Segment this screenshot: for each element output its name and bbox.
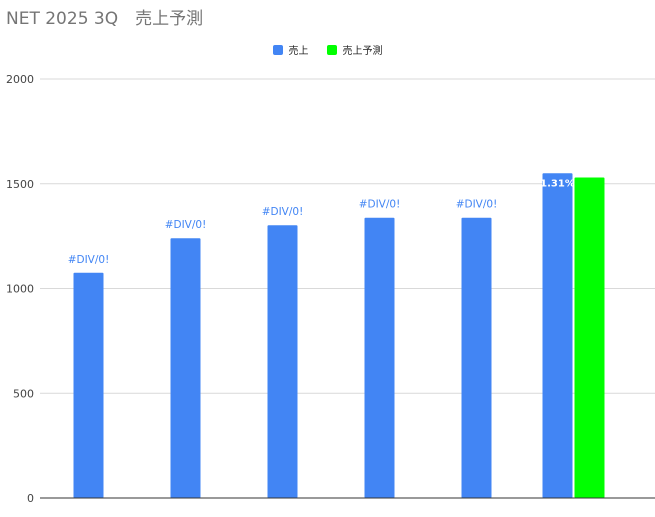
y-tick-label-2: 1000 <box>6 283 34 296</box>
bar-s0-c2 <box>267 225 298 498</box>
y-tick-label-4: 2000 <box>6 73 34 86</box>
data-label-s0-c1: #DIV/0! <box>165 219 207 231</box>
bar-s0-c1 <box>170 238 201 498</box>
bar-s0-c0 <box>73 272 104 498</box>
data-label-s0-c4: #DIV/0! <box>456 199 498 211</box>
data-label-s0-c2: #DIV/0! <box>262 206 304 218</box>
bar-s0-c5 <box>542 173 573 498</box>
bar-s0-c4 <box>461 217 492 498</box>
data-label-s0-c0: #DIV/0! <box>68 254 110 266</box>
y-tick-label-3: 1500 <box>6 178 34 191</box>
bar-s1-c5 <box>574 177 605 498</box>
y-tick-label-1: 500 <box>13 387 34 400</box>
data-label-s0-c3: #DIV/0! <box>359 199 401 211</box>
y-tick-label-0: 0 <box>27 492 34 505</box>
bar-s0-c3 <box>364 217 395 498</box>
bar-chart: 0 500 1000 1500 2000 #DIV/0! #DIV/0! #DIV/0! #DI… <box>6 73 655 505</box>
data-label-s0-c5: 1.31% <box>540 178 575 189</box>
